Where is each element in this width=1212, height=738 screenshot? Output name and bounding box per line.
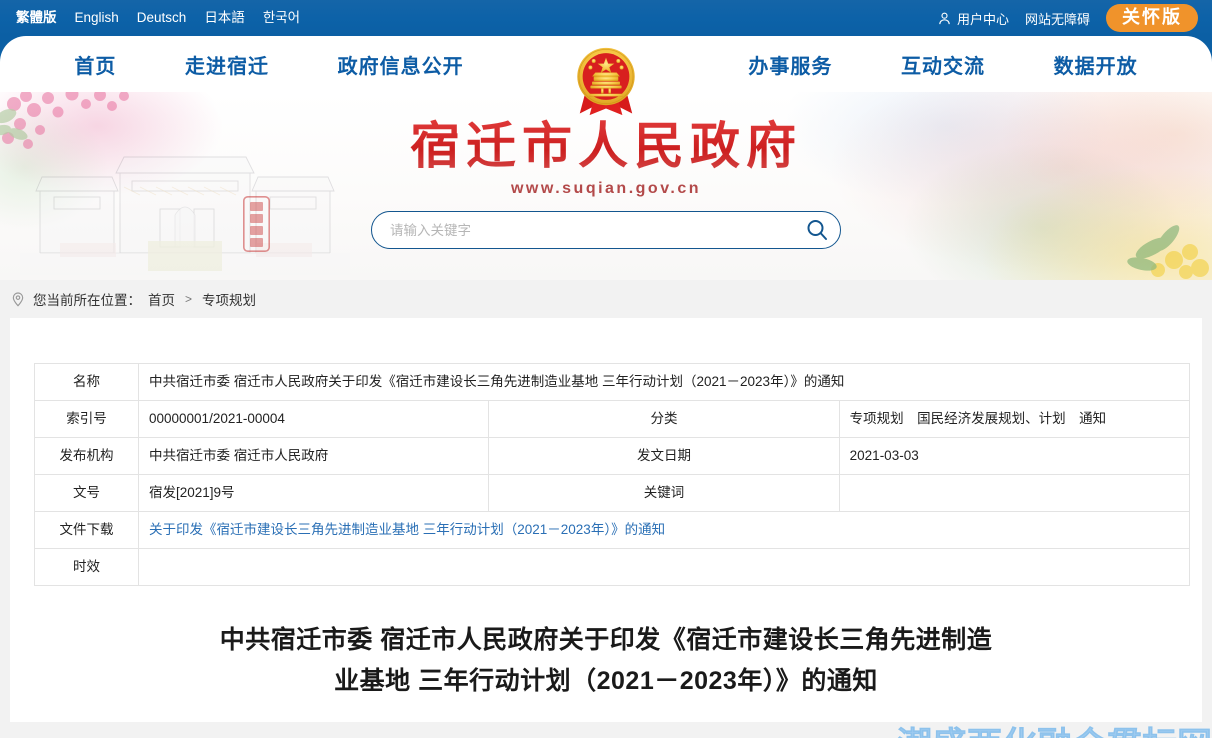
content-card: 名称 中共宿迁市委 宿迁市人民政府关于印发《宿迁市建设长三角先进制造业基地 三年…	[10, 318, 1212, 738]
meta-label-name: 名称	[34, 363, 139, 401]
meta-value-publish-date: 2021-03-03	[838, 437, 1191, 475]
table-row: 发布机构 中共宿迁市委 宿迁市人民政府 发文日期 2021-03-03	[34, 437, 1191, 475]
search-icon	[807, 220, 827, 240]
nav-group-left: 首页 走进宿迁 政府信息公开	[0, 50, 546, 79]
search-button[interactable]	[794, 212, 840, 248]
nav-item-interaction[interactable]: 互动交流	[901, 50, 985, 79]
nav-item-services[interactable]: 办事服务	[748, 50, 832, 79]
language-item-korean[interactable]: 한국어	[263, 0, 300, 36]
nav-group-right: 办事服务 互动交流 数据开放	[666, 50, 1212, 79]
user-center-link[interactable]: 用户中心	[937, 9, 1009, 28]
nav-item-open-data[interactable]: 数据开放	[1054, 50, 1138, 79]
language-item-traditional[interactable]: 繁體版	[16, 0, 57, 36]
main-navigation: 首页 走进宿迁 政府信息公开 办事服务 互动交流 数据开放	[0, 36, 1212, 116]
meta-label-publisher: 发布机构	[34, 437, 139, 475]
meta-label-doc-no: 文号	[34, 474, 139, 512]
language-item-german[interactable]: Deutsch	[137, 0, 187, 36]
search-input[interactable]	[372, 222, 794, 238]
language-switcher: 繁體版 English Deutsch 日本語 한국어	[0, 0, 300, 36]
care-version-button[interactable]: 关怀版	[1106, 3, 1198, 33]
site-watermark: 潮盛两化融合贯标网	[897, 717, 1212, 738]
top-right-actions: 用户中心 网站无障碍 关怀版	[937, 0, 1212, 36]
breadcrumb-item-special-planning[interactable]: 专项规划	[202, 289, 256, 309]
table-row: 文件下载 关于印发《宿迁市建设长三角先进制造业基地 三年行动计划（2021－20…	[34, 511, 1190, 549]
meta-value-category: 专项规划 国民经济发展规划、计划 通知	[838, 400, 1191, 438]
nav-item-government-info[interactable]: 政府信息公开	[338, 50, 464, 79]
meta-label-index-no: 索引号	[34, 400, 139, 438]
file-download-link[interactable]: 关于印发《宿迁市建设长三角先进制造业基地 三年行动计划（2021－2023年）》…	[149, 522, 665, 537]
meta-label-file-download: 文件下载	[34, 511, 139, 549]
meta-value-keywords	[838, 474, 1191, 512]
table-row: 名称 中共宿迁市委 宿迁市人民政府关于印发《宿迁市建设长三角先进制造业基地 三年…	[34, 363, 1190, 401]
site-search	[371, 211, 841, 249]
breadcrumb-separator: >	[185, 292, 193, 306]
breadcrumb: 您当前所在位置： 首页 > 专项规划	[0, 280, 1212, 318]
nav-item-about-suqian[interactable]: 走进宿迁	[185, 50, 269, 79]
meta-value-name: 中共宿迁市委 宿迁市人民政府关于印发《宿迁市建设长三角先进制造业基地 三年行动计…	[138, 363, 1190, 401]
national-emblem-icon	[577, 47, 635, 116]
yellow-flower-illustration	[1127, 225, 1209, 279]
location-pin-icon	[12, 292, 24, 307]
user-icon	[939, 12, 950, 24]
user-center-label: 用户中心	[956, 11, 1009, 27]
table-row: 文号 宿发[2021]9号 关键词	[34, 474, 1191, 512]
language-item-japanese[interactable]: 日本語	[204, 0, 245, 36]
meta-value-doc-no: 宿发[2021]9号	[137, 474, 490, 512]
nav-item-home[interactable]: 首页	[74, 50, 116, 79]
table-row: 索引号 00000001/2021-00004 分类 专项规划 国民经济发展规划…	[34, 400, 1191, 438]
banner-title-block: 宿迁市人民政府 www.suqian.gov.cn	[0, 118, 1212, 198]
language-item-english[interactable]: English	[75, 0, 119, 36]
breadcrumb-item-home[interactable]: 首页	[148, 289, 175, 309]
site-banner: 宿迁市人民政府 www.suqian.gov.cn	[0, 92, 1212, 280]
meta-value-index-no: 00000001/2021-00004	[137, 400, 490, 438]
meta-label-category: 分类	[488, 400, 840, 438]
accessibility-link[interactable]: 网站无障碍	[1025, 9, 1090, 28]
site-title: 宿迁市人民政府	[410, 118, 802, 174]
meta-label-publish-date: 发文日期	[488, 437, 840, 475]
meta-label-validity: 时效	[34, 548, 139, 586]
breadcrumb-prefix: 您当前所在位置：	[33, 293, 141, 308]
site-url: www.suqian.gov.cn	[510, 179, 702, 197]
meta-label-keywords: 关键词	[488, 474, 840, 512]
meta-value-file-download: 关于印发《宿迁市建设长三角先进制造业基地 三年行动计划（2021－2023年）》…	[138, 511, 1190, 549]
meta-value-validity	[138, 548, 1190, 586]
top-utility-bar: 繁體版 English Deutsch 日本語 한국어 用户中心 网站无障碍 关…	[0, 0, 1212, 36]
red-seal-icon	[243, 196, 270, 252]
document-metadata-table: 名称 中共宿迁市委 宿迁市人民政府关于印发《宿迁市建设长三角先进制造业基地 三年…	[34, 363, 1191, 586]
meta-value-publisher: 中共宿迁市委 宿迁市人民政府	[137, 437, 490, 475]
table-row: 时效	[34, 548, 1190, 586]
page-title: 中共宿迁市委 宿迁市人民政府关于印发《宿迁市建设长三角先进制造业基地 三年行动计…	[219, 626, 993, 696]
